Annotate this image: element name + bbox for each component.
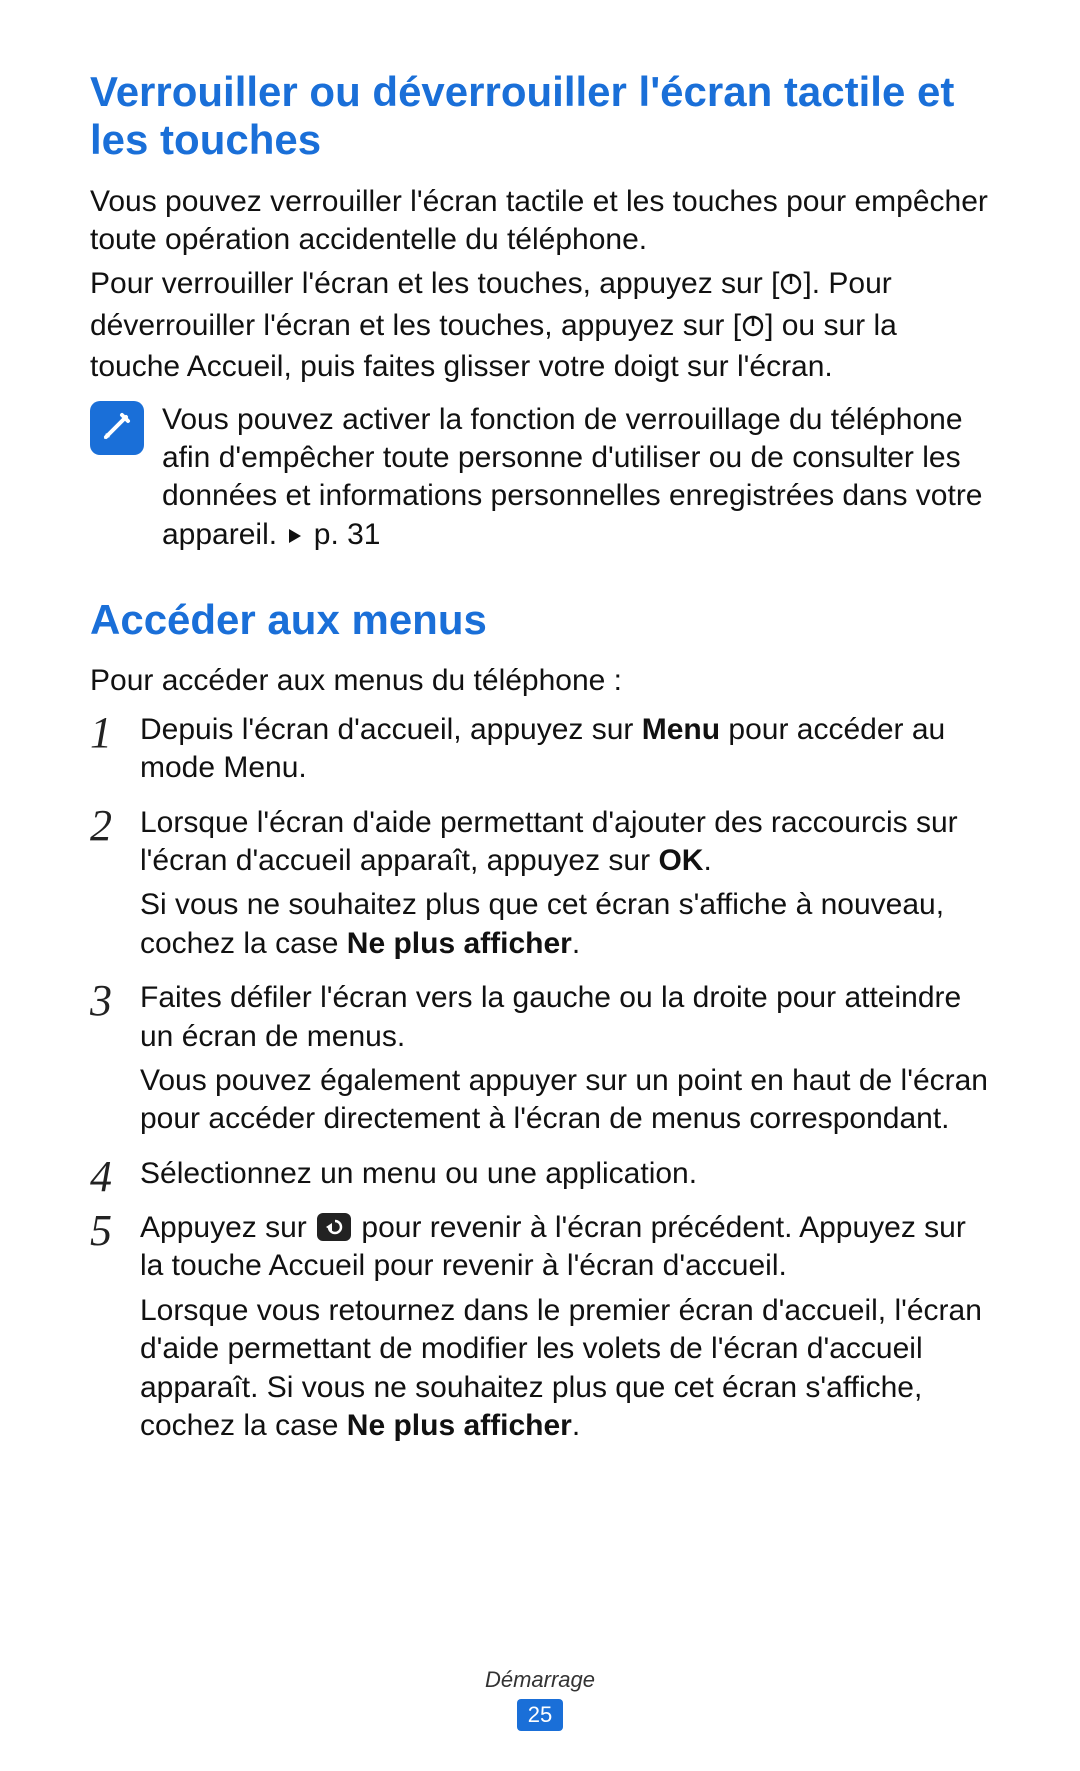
triangle-right-icon bbox=[287, 516, 303, 554]
footer-section-label: Démarrage bbox=[0, 1667, 1080, 1693]
text-run: Sélectionnez un menu ou une application. bbox=[140, 1157, 697, 1190]
step: 1Depuis l'écran d'accueil, appuyez sur M… bbox=[90, 711, 990, 794]
text-run: Menu bbox=[642, 713, 720, 746]
text-run: OK bbox=[658, 844, 703, 877]
note-block: Vous pouvez activer la fonction de verro… bbox=[90, 401, 990, 555]
step-text: Lorsque l'écran d'aide permettant d'ajou… bbox=[140, 804, 990, 881]
step-number: 4 bbox=[90, 1155, 140, 1199]
step-number: 2 bbox=[90, 804, 140, 848]
text-run: . bbox=[572, 1409, 580, 1442]
page: Verrouiller ou déverrouiller l'écran tac… bbox=[0, 0, 1080, 1771]
step-body: Appuyez sur pour revenir à l'écran précé… bbox=[140, 1209, 990, 1451]
steps-list: 1Depuis l'écran d'accueil, appuyez sur M… bbox=[90, 711, 990, 1452]
step-number: 1 bbox=[90, 711, 140, 755]
note-icon bbox=[90, 401, 144, 455]
step-text: Depuis l'écran d'accueil, appuyez sur Me… bbox=[140, 711, 990, 788]
step: 4Sélectionnez un menu ou une application… bbox=[90, 1155, 990, 1199]
para-lock-1: Vous pouvez verrouiller l'écran tactile … bbox=[90, 183, 990, 260]
step-extra-text: Lorsque vous retournez dans le premier é… bbox=[140, 1292, 990, 1446]
note-text-b: p. 31 bbox=[305, 518, 380, 551]
step-body: Depuis l'écran d'accueil, appuyez sur Me… bbox=[140, 711, 990, 794]
text-run: Appuyez sur bbox=[140, 1211, 315, 1244]
text-run: Lorsque l'écran d'aide permettant d'ajou… bbox=[140, 806, 958, 877]
step: 3Faites défiler l'écran vers la gauche o… bbox=[90, 979, 990, 1145]
para-lock-2a: Pour verrouiller l'écran et les touches,… bbox=[90, 267, 779, 300]
page-footer: Démarrage 25 bbox=[0, 1667, 1080, 1731]
page-number: 25 bbox=[517, 1699, 563, 1731]
step-body: Lorsque l'écran d'aide permettant d'ajou… bbox=[140, 804, 990, 970]
step: 2Lorsque l'écran d'aide permettant d'ajo… bbox=[90, 804, 990, 970]
para-menus-intro: Pour accéder aux menus du téléphone : bbox=[90, 662, 990, 700]
text-run: . bbox=[572, 927, 580, 960]
back-key-icon bbox=[317, 1213, 351, 1241]
text-run: Faites défiler l'écran vers la gauche ou… bbox=[140, 981, 961, 1052]
step-number: 5 bbox=[90, 1209, 140, 1253]
heading-lock: Verrouiller ou déverrouiller l'écran tac… bbox=[90, 68, 990, 165]
step-text: Appuyez sur pour revenir à l'écran précé… bbox=[140, 1209, 990, 1286]
step-text: Faites défiler l'écran vers la gauche ou… bbox=[140, 979, 990, 1056]
step-body: Sélectionnez un menu ou une application. bbox=[140, 1155, 990, 1199]
note-text-a: Vous pouvez activer la fonction de verro… bbox=[162, 403, 983, 551]
step-text: Sélectionnez un menu ou une application. bbox=[140, 1155, 990, 1193]
text-run: Ne plus afficher bbox=[347, 1409, 572, 1442]
text-run: Vous pouvez également appuyer sur un poi… bbox=[140, 1064, 988, 1135]
note-text: Vous pouvez activer la fonction de verro… bbox=[162, 401, 990, 555]
heading-menus: Accéder aux menus bbox=[90, 596, 990, 644]
step-number: 3 bbox=[90, 979, 140, 1023]
step-body: Faites défiler l'écran vers la gauche ou… bbox=[140, 979, 990, 1145]
step-extra-text: Si vous ne souhaitez plus que cet écran … bbox=[140, 886, 990, 963]
power-icon bbox=[779, 268, 803, 306]
power-icon bbox=[741, 310, 765, 348]
text-run: . bbox=[703, 844, 711, 877]
text-run: Ne plus afficher bbox=[347, 927, 572, 960]
para-lock-2: Pour verrouiller l'écran et les touches,… bbox=[90, 265, 990, 386]
step: 5Appuyez sur pour revenir à l'écran préc… bbox=[90, 1209, 990, 1451]
step-extra-text: Vous pouvez également appuyer sur un poi… bbox=[140, 1062, 990, 1139]
text-run: Depuis l'écran d'accueil, appuyez sur bbox=[140, 713, 642, 746]
